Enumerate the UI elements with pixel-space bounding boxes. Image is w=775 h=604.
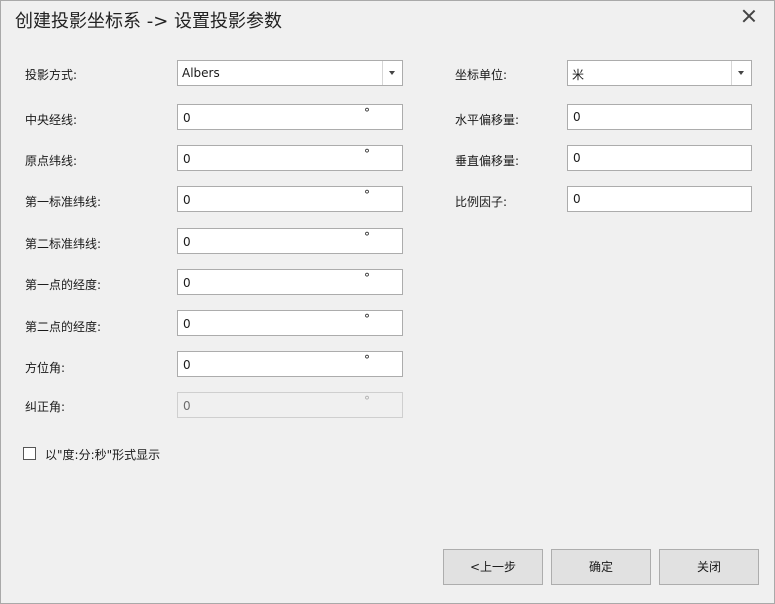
azimuth-value: 0 [183,358,191,372]
prev-step-button[interactable]: <上一步 [443,549,543,585]
degree-unit: ° [364,394,370,408]
origin-latitude-value: 0 [183,152,191,166]
projection-label: 投影方式: [25,68,78,82]
projection-select-value: Albers [182,66,220,80]
field-label-origin-latitude: 原点纬线: [25,154,78,168]
field-label-central-meridian: 中央经线: [25,113,78,127]
std-parallel-1-input[interactable]: 0 ° [177,186,403,212]
false-easting-input[interactable]: 0 [567,104,752,130]
degree-unit: ° [364,230,370,244]
close-icon[interactable] [742,9,756,23]
unit-label: 坐标单位: [455,68,508,82]
field-label-point1-longitude: 第一点的经度: [25,278,102,292]
point1-longitude-input[interactable]: 0 ° [177,269,403,295]
field-label-std-parallel-2: 第二标准纬线: [25,237,102,251]
field-label-false-northing: 垂直偏移量: [455,154,520,168]
degree-unit: ° [364,188,370,202]
rectify-angle-input: 0 ° [177,392,403,418]
false-easting-value: 0 [573,110,581,124]
field-label-std-parallel-1: 第一标准纬线: [25,195,102,209]
false-northing-value: 0 [573,151,581,165]
central-meridian-value: 0 [183,111,191,125]
projection-select[interactable]: Albers [177,60,403,86]
scale-factor-value: 0 [573,192,581,206]
degree-unit: ° [364,106,370,120]
rectify-angle-value: 0 [183,399,191,413]
dms-format-checkbox[interactable] [23,447,36,460]
degree-unit: ° [364,353,370,367]
std-parallel-1-value: 0 [183,193,191,207]
unit-select-value: 米 [572,68,585,82]
std-parallel-2-input[interactable]: 0 ° [177,228,403,254]
field-label-point2-longitude: 第二点的经度: [25,320,102,334]
degree-unit: ° [364,271,370,285]
close-button[interactable]: 关闭 [659,549,759,585]
degree-unit: ° [364,312,370,326]
std-parallel-2-value: 0 [183,235,191,249]
dialog-window: 创建投影坐标系 -> 设置投影参数 投影方式: Albers 中央经线: 0 °… [0,0,775,604]
chevron-down-icon[interactable] [731,61,751,85]
origin-latitude-input[interactable]: 0 ° [177,145,403,171]
point1-longitude-value: 0 [183,276,191,290]
dms-format-label[interactable]: 以"度:分:秒"形式显示 [45,446,160,463]
dialog-title: 创建投影坐标系 -> 设置投影参数 [15,11,283,32]
point2-longitude-input[interactable]: 0 ° [177,310,403,336]
field-label-scale-factor: 比例因子: [455,195,508,209]
scale-factor-input[interactable]: 0 [567,186,752,212]
azimuth-input[interactable]: 0 ° [177,351,403,377]
field-label-rectify-angle: 纠正角: [25,400,66,414]
field-label-false-easting: 水平偏移量: [455,113,520,127]
field-label-azimuth: 方位角: [25,361,66,375]
point2-longitude-value: 0 [183,317,191,331]
degree-unit: ° [364,147,370,161]
central-meridian-input[interactable]: 0 ° [177,104,403,130]
false-northing-input[interactable]: 0 [567,145,752,171]
chevron-down-icon[interactable] [382,61,402,85]
unit-select[interactable]: 米 [567,60,752,86]
ok-button[interactable]: 确定 [551,549,651,585]
